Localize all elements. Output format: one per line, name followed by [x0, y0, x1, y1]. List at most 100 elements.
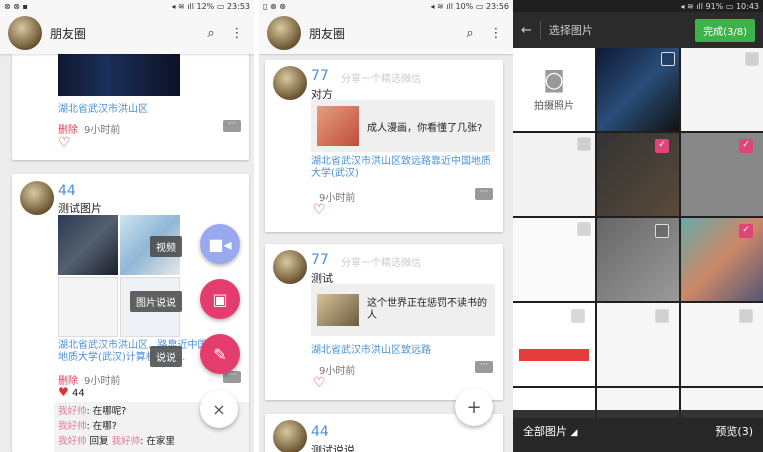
- select-checkbox[interactable]: [745, 52, 759, 66]
- battery-level: 91%: [705, 1, 724, 11]
- photo-tile[interactable]: ✓: [681, 133, 763, 216]
- photo-tile[interactable]: [597, 303, 679, 386]
- select-checkbox[interactable]: [739, 309, 753, 323]
- fab-label-text: 说说: [150, 346, 182, 367]
- photo-tile[interactable]: [681, 303, 763, 386]
- more-icon[interactable]: ···: [223, 120, 241, 132]
- post-text: 测试图片: [58, 202, 102, 215]
- selected-checkbox[interactable]: ✓: [739, 139, 753, 153]
- select-checkbox[interactable]: [577, 222, 591, 236]
- overflow-menu-icon[interactable]: ⋮: [228, 26, 246, 41]
- post-image[interactable]: [58, 54, 180, 96]
- screen-moments-feed: ▯ ⊗ ⊗ ◂ ≋ ıll 10% ▭ 23:56 朋友圈 ⌕ ⋮ 77 分享一…: [259, 0, 513, 452]
- photo-tile[interactable]: ✓: [597, 133, 679, 216]
- video-fab[interactable]: ■◂: [200, 224, 240, 264]
- avatar[interactable]: [8, 16, 42, 50]
- add-post-fab[interactable]: +: [455, 388, 493, 426]
- screen-moments-compose: ⊗ ⊗ ▪ ◂ ≋ ıll 12% ▭ 23:53 朋友圈 ⌕ ⋮ 湖北省武汉市…: [0, 0, 254, 452]
- post-card: 77 分享一个精选微信 测试 这个世界正在惩罚不读书的人 湖北省武汉市洪山区致远…: [265, 244, 503, 400]
- comment-text: 在哪呢?: [92, 406, 127, 417]
- status-time: 10:43: [735, 1, 759, 11]
- post-card: 77 分享一个精选微信 对方 成人漫画，你看懂了几张? 湖北省武汉市洪山区致远路…: [265, 60, 503, 232]
- dropdown-triangle-icon: ◢: [570, 428, 578, 438]
- photo-grid: ◙ 拍摄照片 ✓ ✓ ✓: [513, 48, 763, 418]
- comment-user[interactable]: 我好帅: [58, 436, 87, 447]
- more-icon[interactable]: ···: [475, 188, 493, 200]
- photo-tile[interactable]: [597, 218, 679, 301]
- like-row: ♥ 44: [58, 385, 85, 399]
- post-time: 9小时前: [84, 125, 121, 136]
- status-bar: ▯ ⊗ ⊗ ◂ ≋ ıll 10% ▭ 23:56: [259, 0, 513, 12]
- comment-reply: 回复: [86, 436, 112, 447]
- like-icon[interactable]: ♡: [58, 135, 71, 151]
- selected-checkbox[interactable]: ✓: [655, 139, 669, 153]
- avatar[interactable]: [273, 66, 307, 100]
- like-icon[interactable]: ♡: [313, 202, 326, 218]
- camera-tile[interactable]: ◙ 拍摄照片: [513, 48, 595, 131]
- select-checkbox[interactable]: [577, 137, 591, 151]
- article-title: 成人漫画，你看懂了几张?: [367, 122, 483, 134]
- preview-button[interactable]: 预览(3): [715, 423, 753, 439]
- post-card: 湖北省武汉市洪山区 删除 9小时前 ··· ♡: [12, 50, 249, 160]
- more-icon[interactable]: ···: [475, 361, 493, 373]
- liked-heart-icon[interactable]: ♥: [58, 385, 69, 399]
- status-bar: ⊗ ⊗ ▪ ◂ ≋ ıll 12% ▭ 23:53: [0, 0, 254, 12]
- photo-tile[interactable]: ✓: [681, 218, 763, 301]
- like-count: 44: [71, 388, 85, 399]
- post-image[interactable]: [58, 277, 118, 337]
- like-icon[interactable]: ♡: [313, 375, 326, 391]
- app-bar: 朋友圈 ⌕ ⋮: [0, 12, 254, 54]
- fab-label-video: 视频: [150, 236, 182, 257]
- album-selector[interactable]: 全部图片 ◢: [523, 423, 577, 439]
- status-time: 23:56: [485, 1, 509, 11]
- select-checkbox[interactable]: [571, 309, 585, 323]
- pencil-icon: ✎: [213, 344, 227, 364]
- avatar[interactable]: [273, 250, 307, 284]
- post-location[interactable]: 湖北省武汉市洪山区致远路: [311, 341, 431, 356]
- avatar[interactable]: [273, 420, 307, 452]
- search-icon[interactable]: ⌕: [461, 26, 479, 41]
- search-icon[interactable]: ⌕: [202, 26, 220, 41]
- close-fab[interactable]: ×: [200, 390, 238, 428]
- post-location[interactable]: 湖北省武汉市洪山区...路靠近中国地质大学(武汉)计算机实验...: [58, 340, 208, 364]
- photo-tile[interactable]: [681, 48, 763, 131]
- shared-article[interactable]: 成人漫画，你看懂了几张?: [311, 100, 495, 152]
- comment-user[interactable]: 我好帅: [58, 421, 87, 432]
- plus-icon: +: [466, 396, 482, 418]
- status-bar: ◂ ≋ ıll 91% ▭ 10:43: [513, 0, 763, 12]
- post-location[interactable]: 湖北省武汉市洪山区致远路靠近中国地质大学(武汉): [311, 156, 497, 180]
- album-label: 全部图片: [523, 425, 567, 438]
- photo-tile[interactable]: [513, 133, 595, 216]
- status-right: ◂ ≋ ıll 12% ▭ 23:53: [171, 1, 250, 11]
- status-right: ◂ ≋ ıll 10% ▭ 23:56: [430, 1, 509, 11]
- comment-user[interactable]: 我好帅: [112, 436, 141, 447]
- avatar[interactable]: [267, 16, 301, 50]
- article-thumbnail: [317, 106, 359, 146]
- close-icon: ×: [212, 399, 226, 419]
- overflow-menu-icon[interactable]: ⋮: [487, 26, 505, 41]
- comment-user[interactable]: 我好帅: [58, 406, 87, 417]
- avatar[interactable]: [20, 181, 54, 215]
- select-checkbox[interactable]: [655, 224, 669, 238]
- select-checkbox[interactable]: [661, 52, 675, 66]
- battery-level: 10%: [455, 1, 474, 11]
- text-post-fab[interactable]: ✎: [200, 334, 240, 374]
- select-checkbox[interactable]: [655, 309, 669, 323]
- comment-text: 在哪?: [92, 421, 117, 432]
- done-button[interactable]: 完成(3/8): [695, 18, 755, 42]
- selected-checkbox[interactable]: ✓: [739, 224, 753, 238]
- post-number: 77: [311, 252, 329, 268]
- photo-tile[interactable]: [513, 303, 595, 386]
- photo-tile[interactable]: [597, 48, 679, 131]
- post-number: 44: [311, 424, 329, 440]
- photo-tile[interactable]: [513, 218, 595, 301]
- shared-article[interactable]: 这个世界正在惩罚不读书的人: [311, 284, 495, 336]
- post-image[interactable]: [58, 215, 118, 275]
- page-title: 朋友圈: [50, 26, 87, 41]
- photo-post-fab[interactable]: ▣: [200, 279, 240, 319]
- post-location[interactable]: 湖北省武汉市洪山区: [58, 100, 148, 115]
- comment-item[interactable]: 我好帅 回复 我好帅: 在家里: [58, 434, 245, 449]
- back-arrow-icon[interactable]: ←: [521, 23, 532, 38]
- share-hint: 分享一个精选微信: [341, 74, 421, 85]
- delete-link[interactable]: 删除: [58, 121, 78, 136]
